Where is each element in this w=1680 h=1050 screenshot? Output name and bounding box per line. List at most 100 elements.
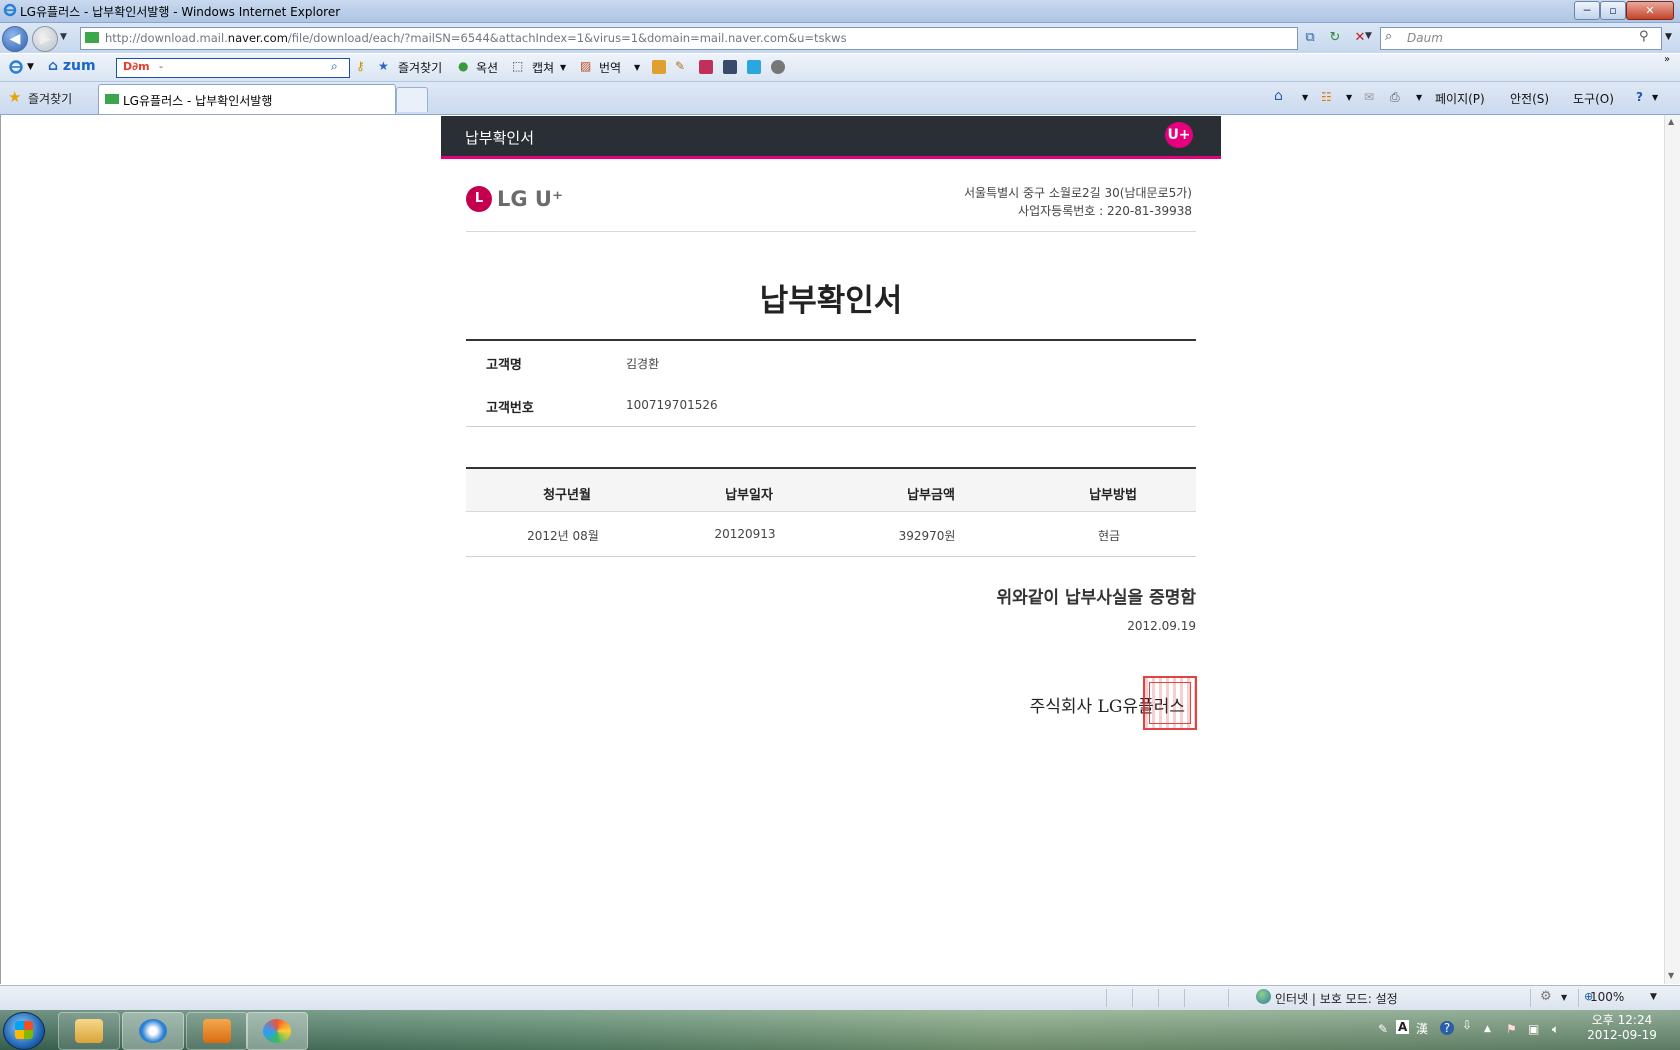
print-dropdown-icon[interactable]: ▼ [1416, 93, 1422, 102]
company-address: 서울특별시 중구 소월로2길 30(남대문로5가) [964, 186, 1192, 200]
settings-icon[interactable] [771, 60, 785, 74]
help-icon[interactable]: ? [1636, 90, 1643, 104]
taskbar-media-player[interactable] [186, 1012, 248, 1050]
read-mail-icon[interactable]: ✉ [1364, 90, 1374, 104]
tools-menu-button[interactable]: 도구(O) [1573, 90, 1614, 107]
taskbar-internet-explorer[interactable] [122, 1012, 184, 1050]
feeds-icon[interactable]: ☷ [1321, 90, 1332, 104]
ime-mode-icon[interactable]: A [1396, 1020, 1410, 1034]
refresh-icon[interactable]: ↻ [1325, 27, 1345, 49]
toolbar-auction-button[interactable]: 옥션 [476, 59, 498, 76]
divider [466, 511, 1196, 512]
bookmark-icon[interactable] [699, 60, 713, 74]
start-button[interactable] [3, 1012, 45, 1050]
divider [466, 426, 1196, 427]
toolbar-overflow-icon[interactable]: » [1664, 54, 1670, 65]
help-dropdown-icon[interactable]: ▼ [1652, 93, 1658, 102]
home-dropdown-icon[interactable]: ▼ [1302, 93, 1308, 102]
media-player-icon [203, 1019, 231, 1043]
history-dropdown-icon[interactable]: ▼ [60, 32, 67, 42]
toolbar-search-input[interactable]: D∂m - ⌕ [116, 58, 350, 78]
print-icon[interactable]: ⎙ [1390, 90, 1400, 105]
divider [466, 231, 1196, 232]
auction-icon: ● [458, 59, 469, 73]
close-button[interactable]: ✕ [1626, 1, 1674, 20]
feeds-dropdown-icon[interactable]: ▼ [1346, 93, 1352, 102]
toolbar-search-icon[interactable]: ⌕ [331, 59, 338, 74]
favorites-star-icon: ★ [378, 59, 389, 73]
table-header-payment-amount: 납부금액 [907, 488, 955, 503]
compatibility-view-icon[interactable]: ⧉ [1300, 27, 1320, 49]
search-go-icon[interactable]: ⚲ [1639, 29, 1649, 44]
translate-dropdown-icon[interactable]: ▼ [634, 63, 640, 72]
tab-bar: ★ 즐겨찾기 LG유플러스 - 납부확인서발행 ⌂ ▼ ☷ ▼ ✉ ⎙ ▼ 페이… [0, 82, 1680, 115]
back-button[interactable]: ◀ [2, 26, 28, 52]
ie-menu-dropdown-icon[interactable]: ▼ [27, 62, 34, 72]
table-cell-payment-amount: 392970원 [898, 529, 956, 543]
address-bar[interactable]: http://download.mail.naver.com/file/down… [80, 27, 1372, 50]
taskbar-paint[interactable] [246, 1012, 308, 1050]
key-icon[interactable]: ⚷ [356, 59, 365, 73]
folder-icon [75, 1019, 103, 1043]
minimize-button[interactable]: ─ [1574, 1, 1600, 20]
ime-help-icon[interactable]: ? [1440, 1021, 1454, 1035]
hanja-icon[interactable]: 漢 [1416, 1020, 1428, 1037]
clean-icon[interactable]: ✎ [675, 59, 685, 73]
memo-icon[interactable] [652, 60, 666, 74]
maximize-button[interactable]: ▫ [1600, 1, 1626, 20]
ime-options-icon[interactable]: ⇩ [1462, 1018, 1472, 1032]
toolbar-translate-button[interactable]: 번역 [599, 59, 621, 76]
table-cell-payment-date: 20120913 [714, 527, 776, 541]
certification-statement: 위와같이 납부사실을 증명함 [996, 588, 1196, 608]
zoom-dropdown-icon[interactable]: ▼ [1650, 992, 1657, 1002]
network-icon[interactable]: ▣ [1528, 1022, 1539, 1036]
naver-mail-favicon-icon [105, 94, 119, 104]
status-separator [1184, 989, 1185, 1007]
customer-number-label: 고객번호 [486, 401, 534, 416]
table-header-payment-method: 납부방법 [1089, 488, 1137, 503]
toolbar-favorites-button[interactable]: 즐겨찾기 [398, 59, 442, 76]
scroll-up-icon[interactable]: ▲ [1668, 117, 1674, 126]
capture-dropdown-icon[interactable]: ▼ [560, 63, 566, 72]
action-center-flag-icon[interactable]: ⚑ [1506, 1022, 1517, 1036]
customer-number-value: 100719701526 [626, 398, 718, 412]
search-options-dropdown-icon[interactable]: ▼ [1665, 32, 1672, 42]
vertical-scrollbar[interactable]: ▲ ▼ [1664, 115, 1680, 984]
popup-dropdown-icon[interactable]: ▼ [1561, 993, 1567, 1002]
toolbar-search-value: - [159, 60, 163, 73]
volume-icon[interactable]: 🔈︎ [1552, 1022, 1559, 1037]
uplus-logo-icon: U+ [1165, 122, 1193, 148]
scroll-down-icon[interactable]: ▼ [1668, 971, 1674, 980]
tab-active[interactable]: LG유플러스 - 납부확인서발행 [98, 84, 396, 114]
forward-button[interactable]: ▶ [32, 26, 58, 52]
ie-menu-icon[interactable] [8, 59, 24, 75]
show-hidden-icons[interactable]: ▲ [1484, 1024, 1491, 1034]
new-tab-button[interactable] [396, 87, 428, 112]
lg-uplus-wordmark: LG U⁺ [497, 187, 564, 211]
customer-name-value: 김경환 [626, 357, 660, 371]
toolbar-capture-button[interactable]: 캡쳐 [532, 59, 554, 76]
customer-name-label: 고객명 [486, 358, 522, 373]
status-separator [1530, 989, 1531, 1007]
page-menu-button[interactable]: 페이지(P) [1435, 90, 1485, 107]
address-url[interactable]: http://download.mail.naver.com/file/down… [105, 31, 847, 45]
search-box[interactable]: ⌕ Daum ⚲ [1380, 27, 1662, 50]
search-engine-placeholder: Daum [1407, 31, 1443, 45]
favorites-button[interactable]: 즐겨찾기 [28, 90, 72, 107]
tray-pen-icon[interactable]: ✎ [1378, 1022, 1388, 1036]
ie-icon [3, 3, 17, 17]
document-header-title: 납부확인서 [465, 129, 535, 147]
security-zone-text[interactable]: 인터넷 | 보호 모드: 설정 [1275, 990, 1398, 1007]
stop-icon[interactable]: ✕ [1350, 27, 1370, 49]
divider [466, 556, 1196, 557]
twitter-icon[interactable] [747, 60, 761, 74]
taskbar-explorer[interactable] [58, 1012, 120, 1050]
safety-menu-button[interactable]: 안전(S) [1510, 90, 1549, 107]
zoom-level[interactable]: 100% [1590, 990, 1624, 1004]
zum-home-button[interactable]: ⌂ zum [48, 58, 96, 74]
lg-face-icon: L [466, 186, 492, 212]
popup-blocker-icon[interactable]: ⚙ [1540, 989, 1552, 1004]
save-icon[interactable] [723, 60, 737, 74]
system-clock[interactable]: 오후 12:24 2012-09-19 [1586, 1013, 1658, 1043]
home-icon[interactable]: ⌂ [1274, 88, 1283, 104]
